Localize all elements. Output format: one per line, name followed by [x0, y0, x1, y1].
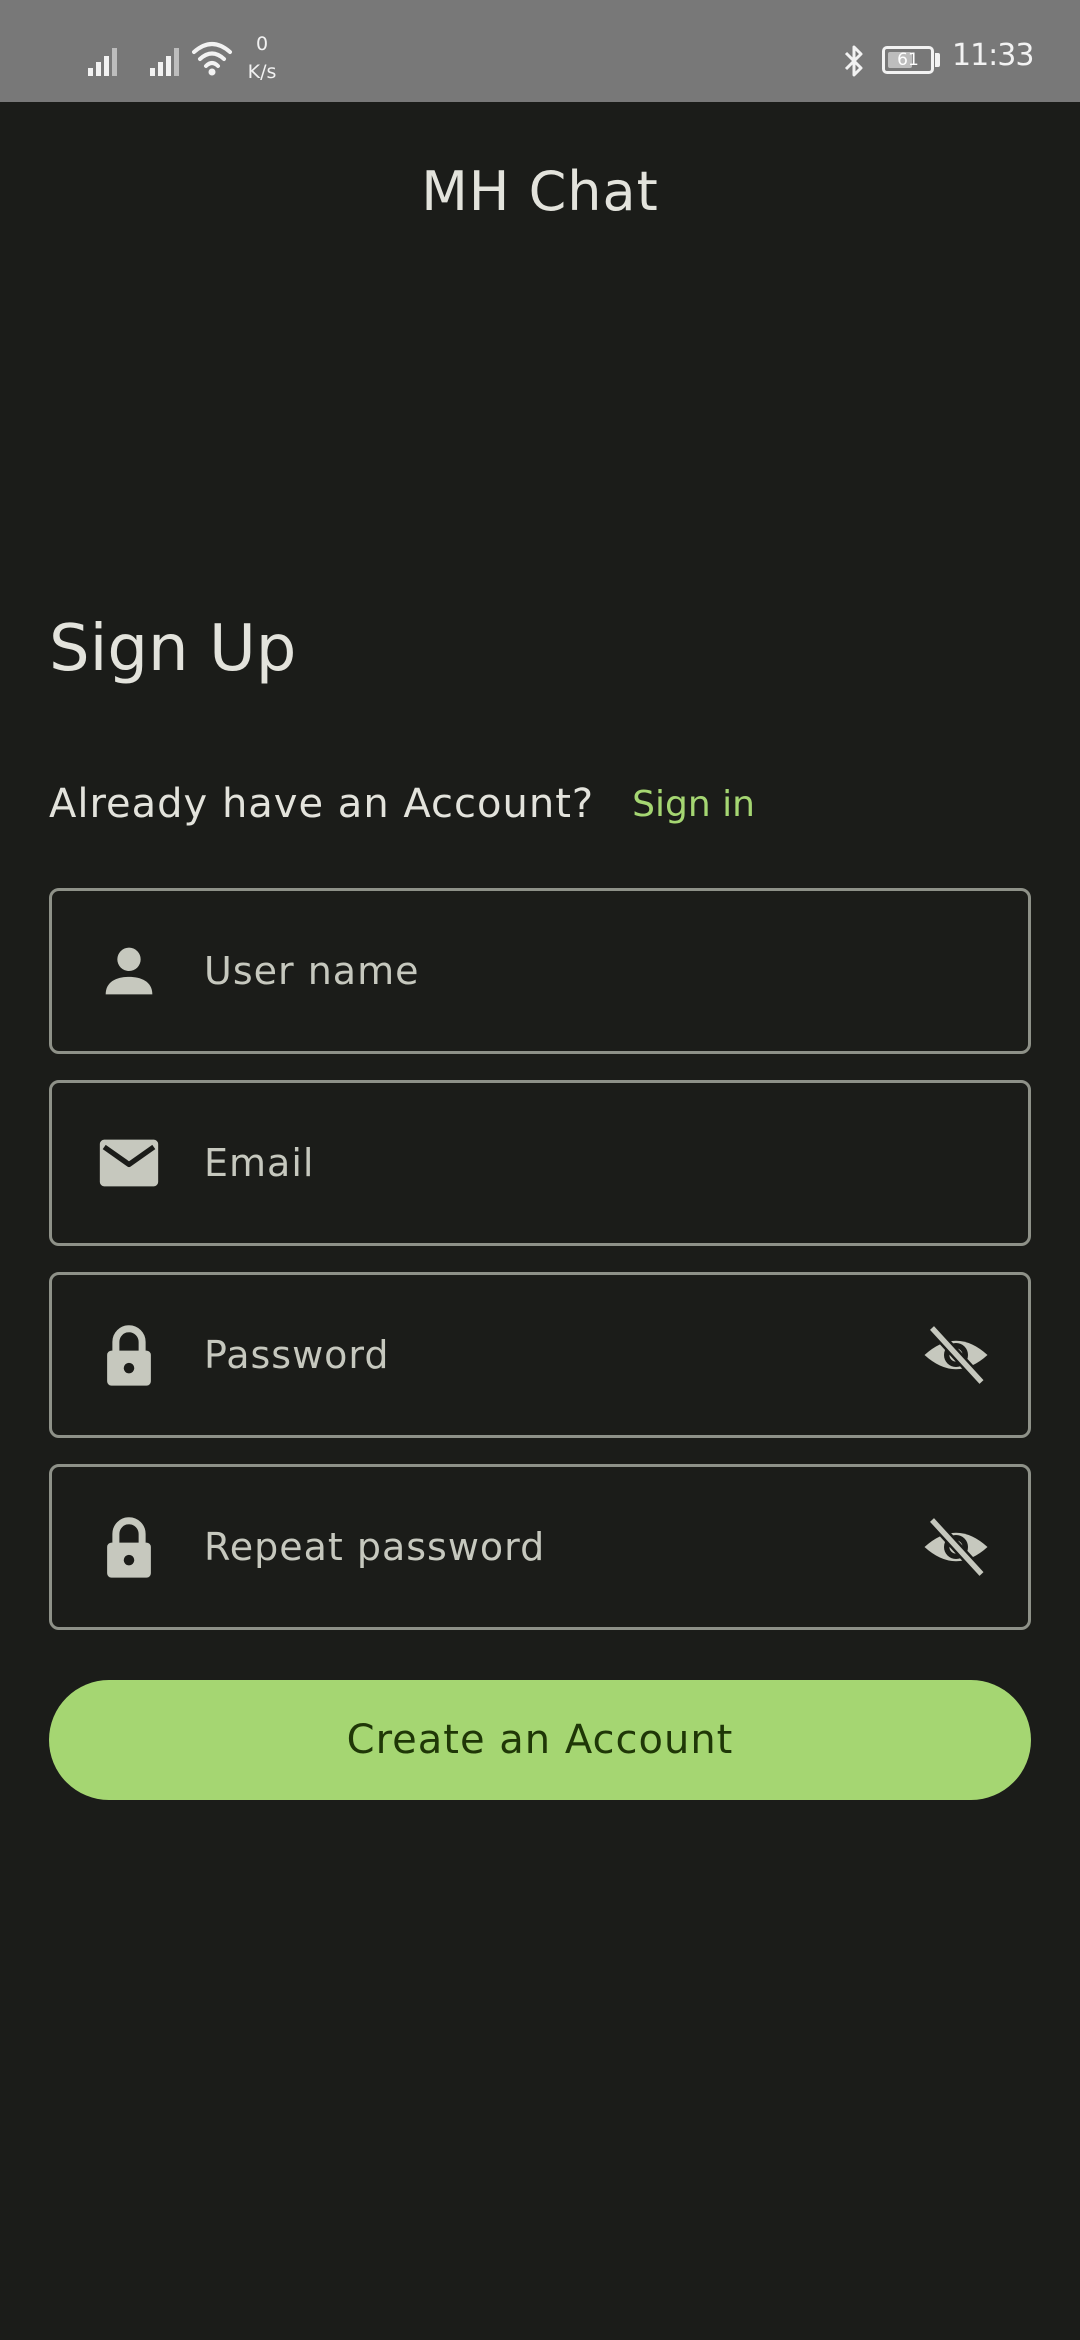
lock-icon [107, 1517, 151, 1578]
battery-level: 61 [897, 50, 919, 70]
network-speed-unit: K/s [247, 61, 277, 83]
eye-off-icon[interactable] [920, 1319, 992, 1391]
sign-in-link[interactable]: Sign in [632, 784, 755, 825]
network-speed-value: 0 [255, 33, 269, 55]
app-title: MH Chat [421, 160, 659, 223]
account-prompt: Already have an Account? [49, 781, 595, 827]
email-field[interactable] [49, 1080, 1031, 1246]
battery-icon: 61 [882, 46, 934, 74]
status-time: 11:33 [952, 38, 1034, 73]
password-input[interactable] [204, 1275, 904, 1435]
email-input[interactable] [204, 1083, 904, 1243]
signal-icon [150, 48, 179, 76]
create-account-button[interactable]: Create an Account [49, 1680, 1031, 1800]
wifi-icon [192, 42, 232, 76]
password-field[interactable] [49, 1272, 1031, 1438]
status-bar: 0 K/s 61 11:33 [0, 0, 1080, 102]
username-input[interactable] [204, 891, 904, 1051]
eye-off-icon[interactable] [920, 1511, 992, 1583]
account-row: Already have an Account? Sign in [49, 774, 755, 834]
mail-icon [99, 1139, 159, 1187]
lock-icon [107, 1325, 151, 1386]
repeat-password-field[interactable] [49, 1464, 1031, 1630]
battery-tip [935, 53, 940, 67]
signal-icon [88, 48, 117, 76]
network-speed: 0 K/s [242, 30, 282, 86]
page-title: Sign Up [49, 612, 297, 686]
repeat-password-input[interactable] [204, 1467, 904, 1627]
bluetooth-icon [844, 45, 863, 77]
username-field[interactable] [49, 888, 1031, 1054]
person-icon [105, 947, 153, 995]
